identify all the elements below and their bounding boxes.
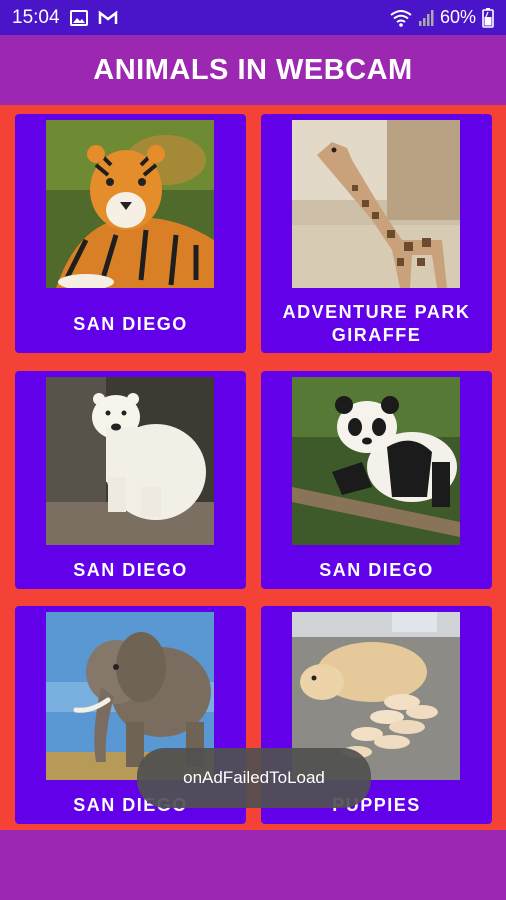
- status-time: 15:04: [12, 6, 60, 28]
- image-icon: [69, 9, 88, 26]
- webcam-card-polar-bear[interactable]: SAN DIEGO: [15, 371, 246, 589]
- tiger-image: [46, 120, 214, 288]
- card-label: SAN DIEGO: [73, 314, 188, 334]
- card-label: ADVENTURE PARK GIRAFFE: [282, 302, 471, 345]
- webcam-card-giraffe[interactable]: ADVENTURE PARK GIRAFFE: [261, 114, 492, 353]
- polar-bear-image: [46, 377, 214, 545]
- wifi-icon: [390, 9, 412, 27]
- battery-percent: 60%: [439, 7, 476, 27]
- card-label: SAN DIEGO: [319, 560, 434, 580]
- panda-image: [292, 377, 460, 545]
- signal-icon: [418, 9, 434, 27]
- battery-icon: [482, 7, 494, 28]
- giraffe-image: [292, 120, 460, 288]
- webcam-card-panda[interactable]: SAN DIEGO: [261, 371, 492, 589]
- gmail-icon: [98, 10, 118, 26]
- card-label: SAN DIEGO: [73, 560, 188, 580]
- webcam-grid: SAN DIEGO ADVENTURE PARK GIRAFFE SAN DIE…: [0, 105, 506, 830]
- bottom-bar: [0, 830, 506, 900]
- app-title: ANIMALS IN WEBCAM: [93, 53, 413, 86]
- status-bar: 15:04 60%: [0, 0, 506, 35]
- toast-message: onAdFailedToLoad: [137, 748, 371, 808]
- webcam-card-tiger[interactable]: SAN DIEGO: [15, 114, 246, 353]
- app-bar: ANIMALS IN WEBCAM: [0, 35, 506, 105]
